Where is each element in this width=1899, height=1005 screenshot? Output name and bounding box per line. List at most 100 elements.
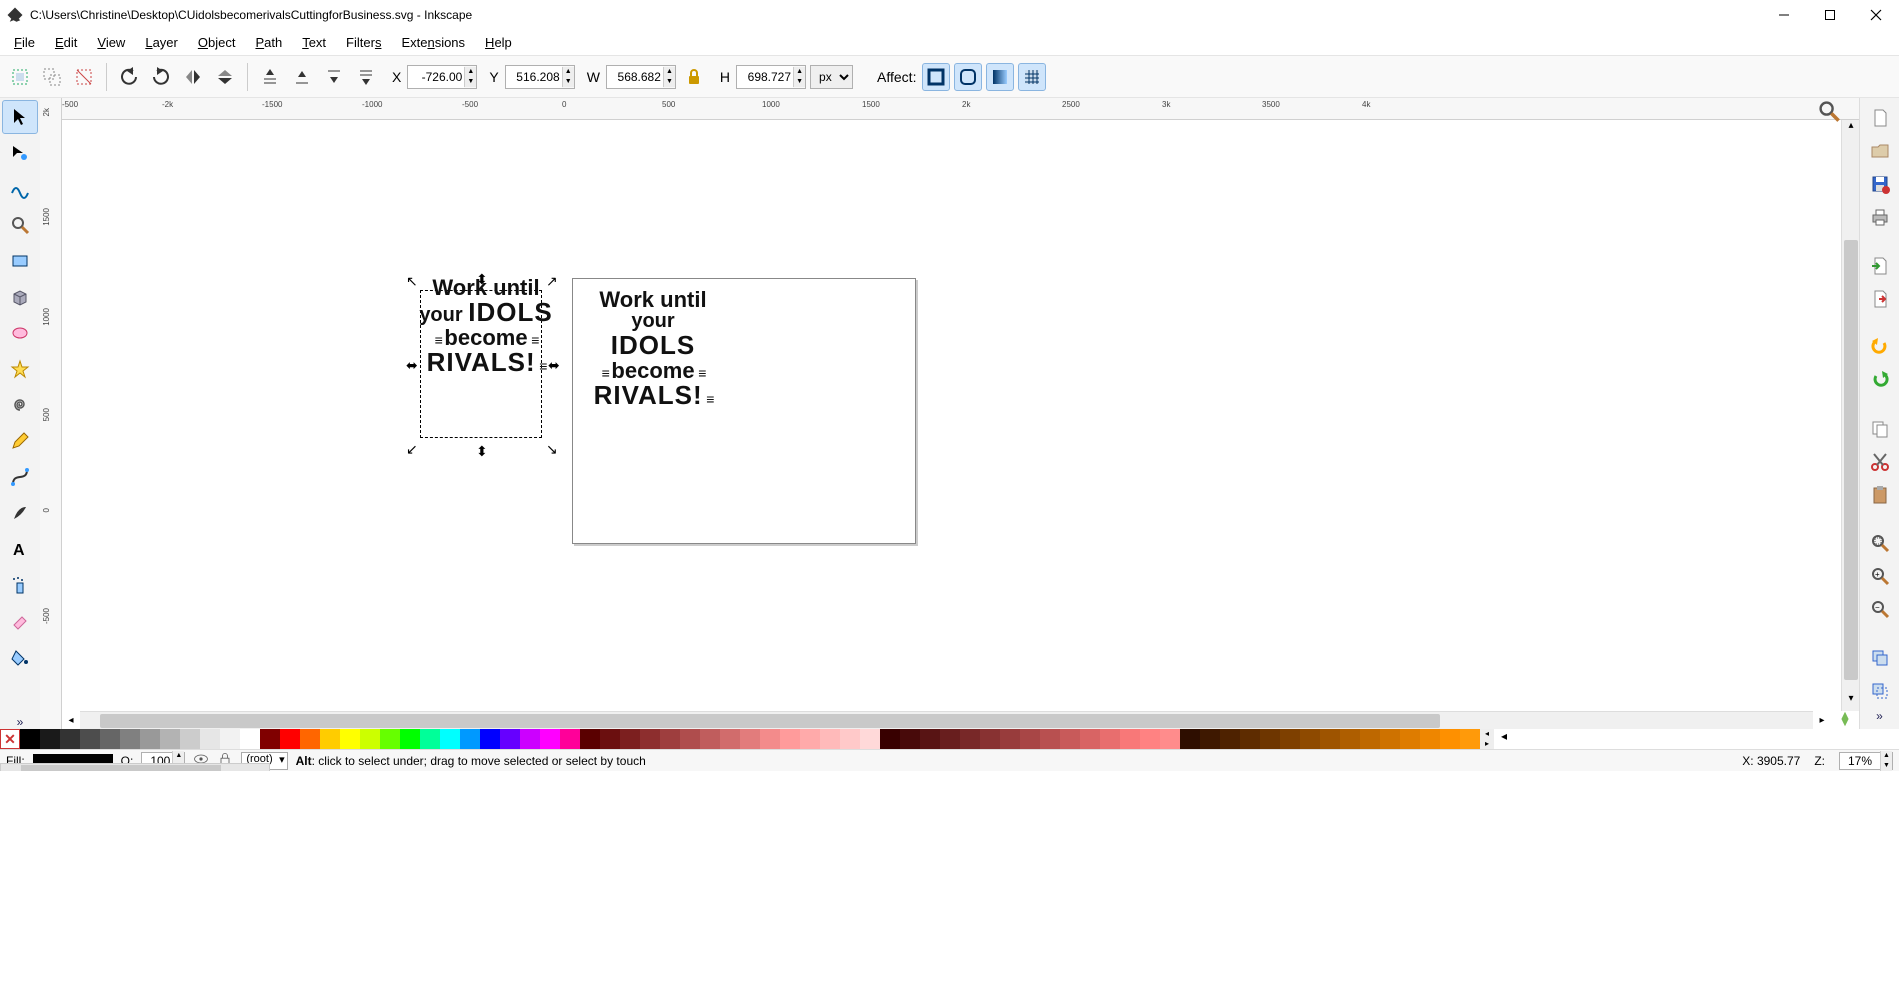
rotate-ccw-button[interactable] bbox=[115, 63, 143, 91]
palette-swatch[interactable] bbox=[640, 729, 660, 749]
palette-swatch[interactable] bbox=[1460, 729, 1480, 749]
menu-file[interactable]: File bbox=[4, 32, 45, 53]
palette-swatch[interactable] bbox=[60, 729, 80, 749]
menu-filters[interactable]: Filters bbox=[336, 32, 391, 53]
import-button[interactable] bbox=[1862, 251, 1898, 280]
scale-handle-s[interactable]: ⬍ bbox=[476, 444, 490, 458]
scale-handle-n[interactable]: ⬍ bbox=[476, 272, 490, 286]
scale-handle-se[interactable]: ↘ bbox=[546, 442, 560, 456]
palette-swatch[interactable] bbox=[800, 729, 820, 749]
palette-swatch[interactable] bbox=[1200, 729, 1220, 749]
w-input[interactable] bbox=[607, 66, 663, 88]
palette-swatch[interactable] bbox=[380, 729, 400, 749]
y-spinbox[interactable]: ▲▼ bbox=[505, 65, 575, 89]
rectangle-tool[interactable] bbox=[2, 244, 38, 278]
palette-swatch[interactable] bbox=[900, 729, 920, 749]
calligraphy-tool[interactable] bbox=[2, 496, 38, 530]
cut-button[interactable] bbox=[1862, 447, 1898, 476]
menu-layer[interactable]: Layer bbox=[135, 32, 188, 53]
menu-text[interactable]: Text bbox=[292, 32, 336, 53]
menu-help[interactable]: Help bbox=[475, 32, 522, 53]
zoom-page-button[interactable]: − bbox=[1862, 595, 1898, 624]
copy-button[interactable] bbox=[1862, 414, 1898, 443]
palette-none-swatch[interactable]: ✕ bbox=[0, 729, 20, 749]
affect-gradient-button[interactable] bbox=[986, 63, 1014, 91]
vscroll-thumb[interactable] bbox=[1844, 240, 1858, 680]
palette-swatch[interactable] bbox=[540, 729, 560, 749]
palette-swatch[interactable] bbox=[720, 729, 740, 749]
palette-swatch[interactable] bbox=[100, 729, 120, 749]
quick-zoom-icon[interactable] bbox=[1831, 710, 1859, 731]
palette-swatch[interactable] bbox=[520, 729, 540, 749]
menu-edit[interactable]: Edit bbox=[45, 32, 87, 53]
scale-handle-nw[interactable]: ↖ bbox=[406, 274, 420, 288]
palette-swatch[interactable] bbox=[660, 729, 680, 749]
palette-swatch[interactable] bbox=[1000, 729, 1020, 749]
scale-handle-e[interactable]: ⬌ bbox=[548, 358, 562, 372]
palette-swatch[interactable] bbox=[860, 729, 880, 749]
text-tool[interactable]: A bbox=[2, 532, 38, 566]
palette-swatch[interactable] bbox=[340, 729, 360, 749]
spiral-tool[interactable] bbox=[2, 388, 38, 422]
print-button[interactable] bbox=[1862, 203, 1898, 232]
artwork-copy[interactable]: Work until your IDOLS ≡ become ≡ RIVALS!… bbox=[588, 288, 718, 438]
zoom-spinbox[interactable]: ▲▼ bbox=[1839, 752, 1893, 770]
lower-button[interactable] bbox=[320, 63, 348, 91]
toolbox-expand[interactable]: » bbox=[17, 715, 24, 729]
palette-swatch[interactable] bbox=[1440, 729, 1460, 749]
palette-swatch[interactable] bbox=[600, 729, 620, 749]
undo-button[interactable] bbox=[1862, 333, 1898, 362]
hscroll-thumb[interactable] bbox=[100, 714, 1440, 728]
palette-swatch[interactable] bbox=[220, 729, 240, 749]
palette-swatch[interactable] bbox=[780, 729, 800, 749]
palette-scroll[interactable]: ◂▸ bbox=[1480, 729, 1494, 749]
node-tool[interactable] bbox=[2, 136, 38, 170]
pencil-tool[interactable] bbox=[2, 424, 38, 458]
vertical-ruler[interactable]: 2k150010005000-500 bbox=[40, 98, 62, 729]
menu-object[interactable]: Object bbox=[188, 32, 246, 53]
scale-handle-sw[interactable]: ↙ bbox=[406, 442, 420, 456]
palette-swatch[interactable] bbox=[320, 729, 340, 749]
palette-swatch[interactable] bbox=[740, 729, 760, 749]
horizontal-scrollbar[interactable] bbox=[80, 711, 1813, 729]
save-document-button[interactable] bbox=[1862, 170, 1898, 199]
palette-menu[interactable]: ◂ bbox=[1494, 729, 1514, 749]
palette-swatch[interactable] bbox=[300, 729, 320, 749]
window-minimize-button[interactable] bbox=[1761, 0, 1807, 30]
hscroll-right[interactable]: ▸ bbox=[1813, 715, 1831, 726]
palette-swatch[interactable] bbox=[700, 729, 720, 749]
bezier-tool[interactable] bbox=[2, 460, 38, 494]
palette-swatch[interactable] bbox=[940, 729, 960, 749]
paste-button[interactable] bbox=[1862, 480, 1898, 509]
menu-view[interactable]: View bbox=[87, 32, 135, 53]
palette-swatch[interactable] bbox=[1280, 729, 1300, 749]
palette-swatch[interactable] bbox=[460, 729, 480, 749]
rotate-cw-button[interactable] bbox=[147, 63, 175, 91]
affect-corners-button[interactable] bbox=[954, 63, 982, 91]
open-document-button[interactable] bbox=[1862, 137, 1898, 166]
scale-handle-w[interactable]: ⬌ bbox=[406, 358, 420, 372]
palette-swatch[interactable] bbox=[960, 729, 980, 749]
eraser-tool[interactable] bbox=[2, 604, 38, 638]
palette-swatch[interactable] bbox=[560, 729, 580, 749]
y-input[interactable] bbox=[506, 66, 562, 88]
palette-swatch[interactable] bbox=[1140, 729, 1160, 749]
palette-swatch[interactable] bbox=[1380, 729, 1400, 749]
palette-swatch[interactable] bbox=[1240, 729, 1260, 749]
3dbox-tool[interactable] bbox=[2, 280, 38, 314]
palette-swatch[interactable] bbox=[1340, 729, 1360, 749]
palette-swatch[interactable] bbox=[1020, 729, 1040, 749]
palette-swatch[interactable] bbox=[120, 729, 140, 749]
vertical-scrollbar[interactable]: ▴ ▾ bbox=[1841, 120, 1859, 711]
zoom-tool[interactable] bbox=[2, 208, 38, 242]
tweak-tool[interactable] bbox=[2, 172, 38, 206]
x-spinbox[interactable]: ▲▼ bbox=[407, 65, 477, 89]
palette-swatch[interactable] bbox=[1120, 729, 1140, 749]
deselect-button[interactable] bbox=[70, 63, 98, 91]
raise-button[interactable] bbox=[288, 63, 316, 91]
lock-aspect-button[interactable] bbox=[680, 63, 708, 91]
clone-button[interactable] bbox=[1862, 676, 1898, 705]
palette-swatch[interactable] bbox=[820, 729, 840, 749]
palette-swatch[interactable] bbox=[200, 729, 220, 749]
palette-swatch[interactable] bbox=[180, 729, 200, 749]
